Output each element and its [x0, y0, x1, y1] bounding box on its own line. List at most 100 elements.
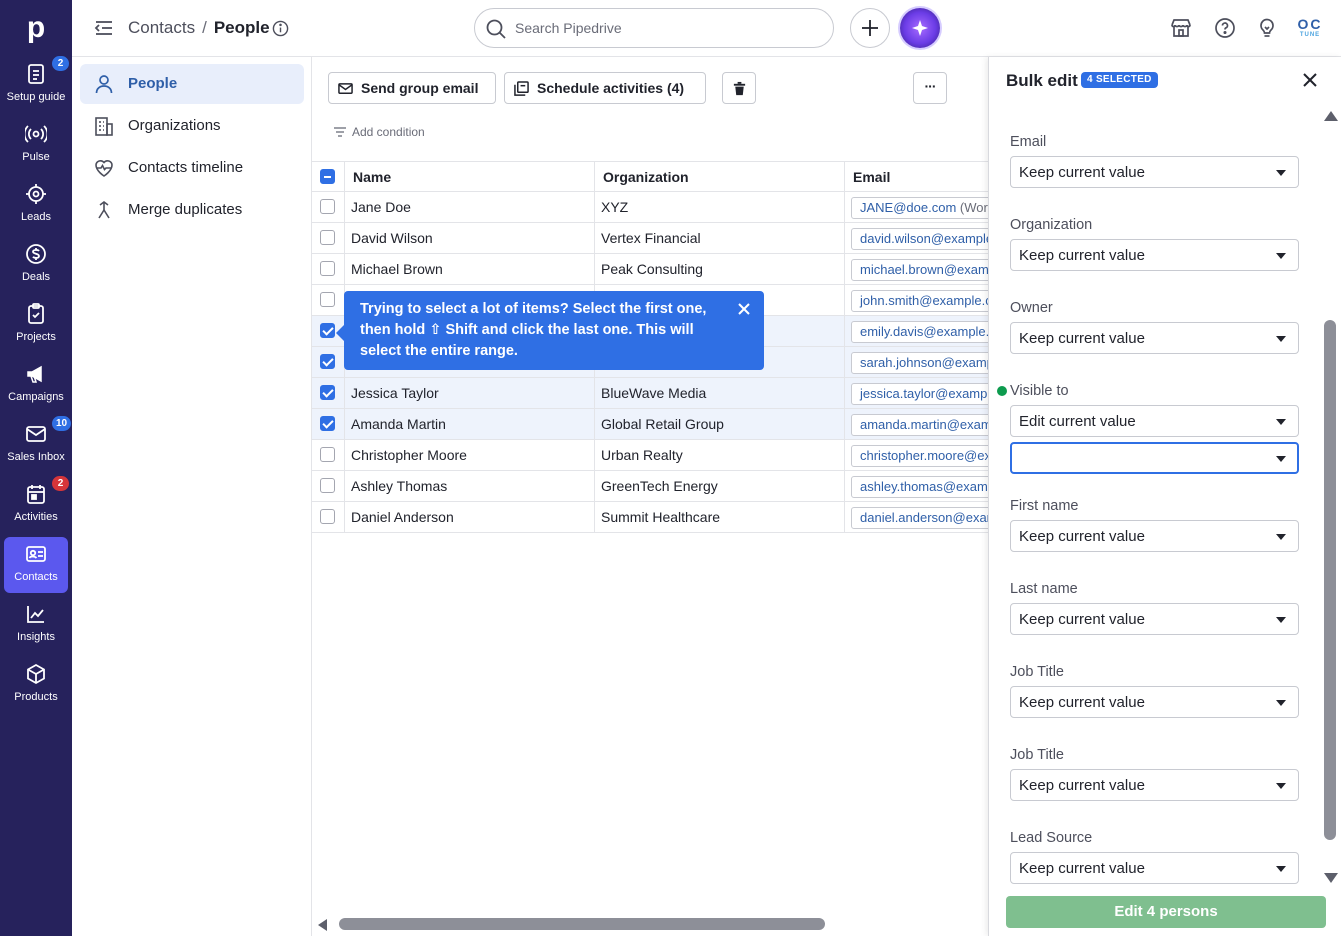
field-select[interactable]: Keep current value	[1010, 852, 1299, 884]
scrollbar-thumb[interactable]	[339, 918, 825, 930]
subnav-item-organizations[interactable]: Organizations	[80, 106, 304, 146]
cell-name[interactable]: Christopher Moore	[344, 440, 594, 470]
rail-item-insights[interactable]: Insights	[4, 597, 68, 653]
edit-persons-button[interactable]: Edit 4 persons	[1006, 896, 1326, 928]
rail-item-more[interactable]	[4, 717, 68, 773]
send-group-email-button[interactable]: Send group email	[328, 72, 496, 104]
row-checkbox[interactable]	[320, 199, 335, 214]
cell-organization[interactable]: Urban Realty	[594, 440, 844, 470]
search-input[interactable]	[515, 18, 815, 38]
field-select[interactable]: Keep current value	[1010, 239, 1299, 271]
column-header-organization[interactable]: Organization	[594, 162, 844, 192]
field-select[interactable]: Keep current value	[1010, 156, 1299, 188]
scroll-up-arrow[interactable]	[1324, 111, 1338, 121]
breadcrumb-parent[interactable]: Contacts	[128, 18, 195, 37]
marketplace-icon[interactable]	[1170, 17, 1192, 39]
cell-name[interactable]: David Wilson	[344, 223, 594, 253]
subnav-item-merge-duplicates[interactable]: Merge duplicates	[80, 190, 304, 230]
cell-name[interactable]: Daniel Anderson	[344, 502, 594, 532]
cell-organization[interactable]: Summit Healthcare	[594, 502, 844, 532]
scroll-down-arrow[interactable]	[1324, 873, 1338, 883]
field-select[interactable]: Keep current value	[1010, 322, 1299, 354]
email-link[interactable]: ashley.thomas@examp	[851, 476, 988, 498]
cell-organization[interactable]: XYZ	[594, 192, 844, 222]
row-checkbox[interactable]	[320, 323, 335, 338]
search-box[interactable]	[474, 8, 834, 48]
cell-organization[interactable]: BlueWave Media	[594, 378, 844, 408]
email-link[interactable]: john.smith@example.c	[851, 290, 988, 312]
field-select[interactable]: Keep current value	[1010, 686, 1299, 718]
add-condition-button[interactable]: Add condition	[334, 125, 425, 139]
table-row[interactable]: Ashley Thomas GreenTech Energy ashley.thom…	[312, 471, 988, 502]
cell-name[interactable]: Michael Brown	[344, 254, 594, 284]
row-checkbox[interactable]	[320, 292, 335, 307]
email-link[interactable]: emily.davis@example.c	[851, 321, 988, 343]
row-checkbox[interactable]	[320, 230, 335, 245]
email-link[interactable]: david.wilson@example	[851, 228, 988, 250]
lightbulb-icon[interactable]	[1256, 17, 1278, 39]
email-link[interactable]: jessica.taylor@example	[851, 383, 988, 405]
column-header-email[interactable]: Email	[844, 162, 988, 192]
info-icon[interactable]	[272, 20, 289, 37]
cell-organization[interactable]: Vertex Financial	[594, 223, 844, 253]
cell-name[interactable]: Jane Doe	[344, 192, 594, 222]
company-logo[interactable]: OC TUNE	[1294, 16, 1326, 40]
rail-item-projects[interactable]: Projects	[4, 297, 68, 353]
subnav-item-people[interactable]: People	[80, 64, 304, 104]
scrollbar-thumb[interactable]	[1324, 320, 1336, 840]
row-checkbox[interactable]	[320, 478, 335, 493]
rail-item-deals[interactable]: Deals	[4, 237, 68, 293]
table-row[interactable]: Jane DoeXYZ JANE@doe.com (Work	[312, 192, 988, 223]
cell-organization[interactable]: Global Retail Group	[594, 409, 844, 439]
rail-item-leads[interactable]: Leads	[4, 177, 68, 233]
email-link[interactable]: michael.brown@examp	[851, 259, 988, 281]
rail-item-campaigns[interactable]: Campaigns	[4, 357, 68, 413]
schedule-activities-button[interactable]: Schedule activities (4)	[504, 72, 706, 104]
pipedrive-logo[interactable]: p	[22, 12, 50, 44]
quick-add-button[interactable]	[850, 8, 890, 48]
scroll-left-arrow[interactable]	[318, 919, 327, 931]
cell-name[interactable]: Jessica Taylor	[344, 378, 594, 408]
help-icon[interactable]	[1214, 17, 1236, 39]
row-checkbox[interactable]	[320, 447, 335, 462]
collapse-menu-icon[interactable]	[94, 18, 114, 38]
cell-organization[interactable]: GreenTech Energy	[594, 471, 844, 501]
row-checkbox[interactable]	[320, 416, 335, 431]
table-row[interactable]: Christopher Moore Urban Realty christopher…	[312, 440, 988, 471]
email-link[interactable]: sarah.johnson@examp	[851, 352, 988, 374]
cell-organization[interactable]: Peak Consulting	[594, 254, 844, 284]
select-all-checkbox[interactable]	[320, 169, 335, 184]
field-select[interactable]: Keep current value	[1010, 769, 1299, 801]
table-row[interactable]: Amanda Martin Global Retail Group amanda.m…	[312, 409, 988, 440]
rail-item-products[interactable]: Products	[4, 657, 68, 713]
subnav-item-contacts-timeline[interactable]: Contacts timeline	[80, 148, 304, 188]
email-link[interactable]: christopher.moore@ex	[851, 445, 988, 467]
vertical-scrollbar[interactable]	[1319, 105, 1341, 887]
row-checkbox[interactable]	[320, 261, 335, 276]
field-select[interactable]: Keep current value	[1010, 603, 1299, 635]
email-link[interactable]: JANE@doe.com (Work	[851, 197, 988, 219]
table-row[interactable]: David Wilson Vertex Financial david.wilson…	[312, 223, 988, 254]
ai-assistant-button[interactable]	[900, 8, 940, 48]
field-select[interactable]: Keep current value	[1010, 520, 1299, 552]
bulk-edit-fields[interactable]: Email Keep current value Organization Keep …	[989, 105, 1319, 887]
table-row[interactable]: Jessica Taylor BlueWave Media jessica.tayl…	[312, 378, 988, 409]
rail-item-contacts[interactable]: Contacts	[4, 537, 68, 593]
visibility-select[interactable]	[1010, 442, 1299, 474]
delete-button[interactable]	[722, 72, 756, 104]
close-icon[interactable]	[1302, 72, 1318, 88]
rail-item-sales-inbox[interactable]: 10 Sales Inbox	[4, 416, 72, 473]
row-checkbox[interactable]	[320, 509, 335, 524]
email-link[interactable]: daniel.anderson@exam	[851, 507, 988, 529]
horizontal-scrollbar[interactable]	[312, 913, 988, 935]
field-select[interactable]: Edit current value	[1010, 405, 1299, 437]
email-link[interactable]: amanda.martin@examp	[851, 414, 988, 436]
column-header-name[interactable]: Name	[344, 162, 594, 192]
cell-name[interactable]: Ashley Thomas	[344, 471, 594, 501]
rail-item-pulse[interactable]: Pulse	[4, 117, 68, 173]
rail-item-setup-guide[interactable]: 2 Setup guide	[4, 56, 69, 113]
close-icon[interactable]	[736, 301, 752, 317]
table-row[interactable]: Daniel Anderson Summit Healthcare daniel.a…	[312, 502, 988, 533]
row-checkbox[interactable]	[320, 354, 335, 369]
table-row[interactable]: Michael Brown Peak Consulting michael.brow…	[312, 254, 988, 285]
